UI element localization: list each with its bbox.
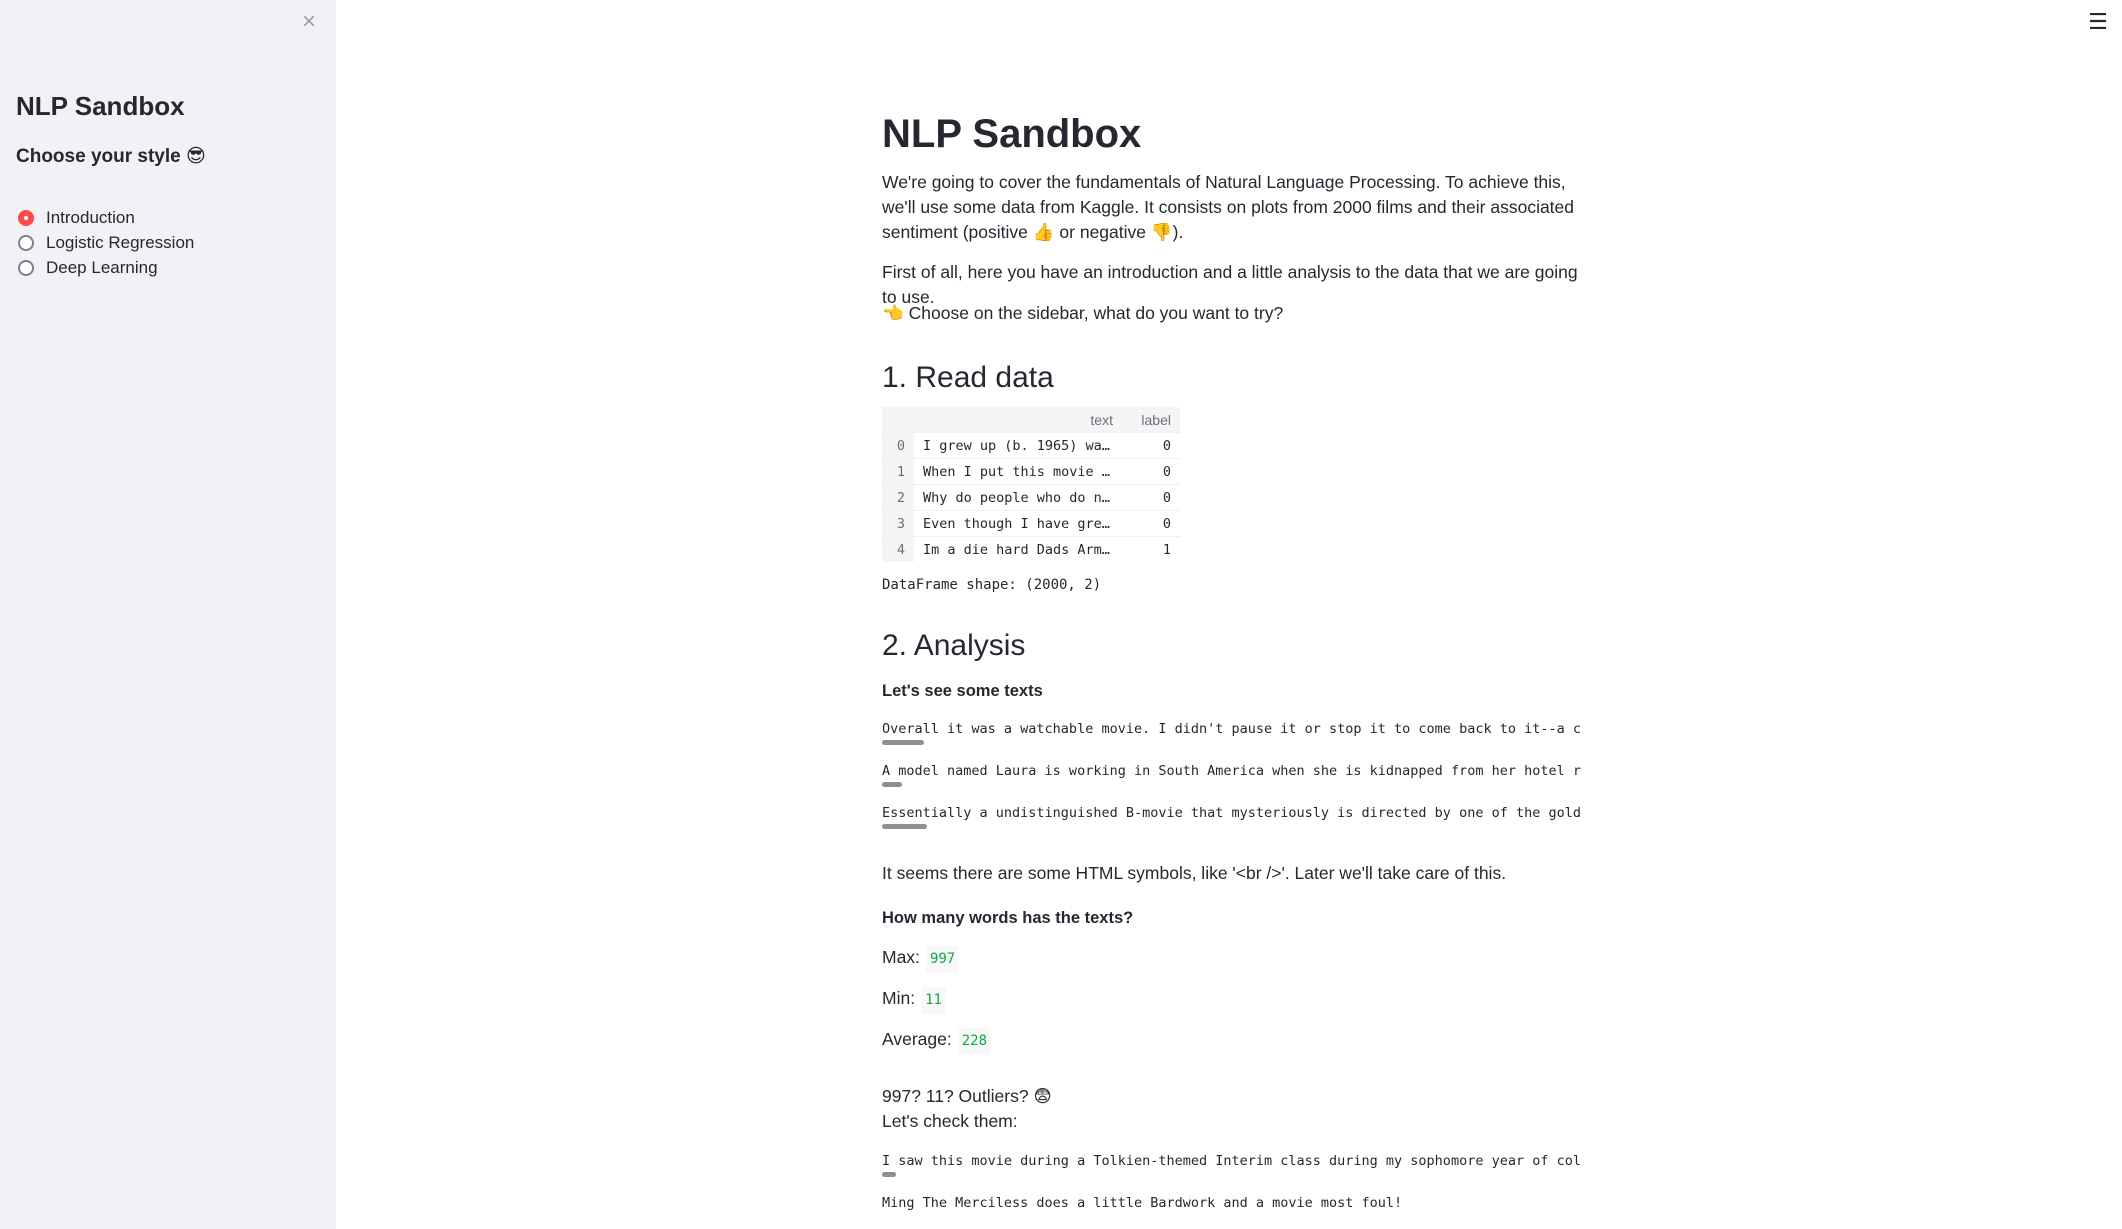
- table-row: 1 When I put this movie … 0: [882, 458, 1180, 485]
- outliers-check-text: Let's check them:: [882, 1111, 1018, 1131]
- cell-text: Why do people who do n…: [914, 484, 1122, 511]
- table-row: 4 Im a die hard Dads Arm… 1: [882, 536, 1180, 562]
- stat-min-value: 11: [921, 987, 946, 1014]
- sidebar-title: NLP Sandbox: [16, 91, 185, 121]
- cell-label: 0: [1122, 510, 1180, 537]
- radio-checked-icon[interactable]: [18, 209, 34, 226]
- table-row: 0 I grew up (b. 1965) wa… 0: [882, 432, 1180, 459]
- stat-max-value: 997: [925, 946, 960, 973]
- sample-text-2: A model named Laura is working in South …: [882, 763, 1582, 779]
- section-read-data-heading: 1. Read data: [882, 361, 1054, 394]
- row-index: 1: [882, 458, 914, 485]
- cell-text: Im a die hard Dads Arm…: [914, 536, 1122, 562]
- close-sidebar-icon[interactable]: ×: [299, 10, 319, 34]
- dataframe-shape-text: DataFrame shape: (2000, 2): [882, 577, 1102, 593]
- intro-paragraph: We're going to cover the fundamentals of…: [882, 172, 1575, 242]
- sample-text-1: Overall it was a watchable movie. I didn…: [882, 721, 1582, 737]
- sidebar: × NLP Sandbox Choose your style 😎 Introd…: [0, 0, 336, 1229]
- dataframe-table[interactable]: text label 0 I grew up (b. 1965) wa… 0 1…: [882, 407, 1180, 562]
- index-header: [882, 407, 914, 433]
- radio-unchecked-icon[interactable]: [18, 234, 34, 251]
- stat-average: Average: 228: [882, 1027, 992, 1055]
- hamburger-menu-icon[interactable]: ☰: [2086, 10, 2110, 34]
- table-header-row: text label: [882, 407, 1180, 433]
- stat-average-label: Average:: [882, 1029, 952, 1049]
- radio-option-introduction[interactable]: Introduction: [18, 205, 194, 230]
- radio-label: Introduction: [46, 207, 135, 227]
- style-radio-group: Introduction Logistic Regression Deep Le…: [18, 205, 194, 280]
- intro-paragraph-3: 👈 Choose on the sidebar, what do you wan…: [882, 303, 1284, 323]
- table-row: 3 Even though I have gre… 0: [882, 510, 1180, 537]
- page-title: NLP Sandbox: [882, 112, 1142, 156]
- cell-text: Even though I have gre…: [914, 510, 1122, 537]
- cell-text: When I put this movie …: [914, 458, 1122, 485]
- stat-max-label: Max:: [882, 947, 920, 967]
- horizontal-scrollbar[interactable]: [882, 824, 927, 829]
- radio-label: Logistic Regression: [46, 232, 195, 252]
- sample-text-3: Essentially a undistinguished B-movie th…: [882, 805, 1582, 821]
- column-header-label[interactable]: label: [1122, 407, 1180, 433]
- cell-text: I grew up (b. 1965) wa…: [914, 432, 1122, 459]
- row-index: 3: [882, 510, 914, 537]
- horizontal-scrollbar[interactable]: [882, 782, 902, 787]
- cell-label: 0: [1122, 484, 1180, 511]
- outliers-question: 997? 11? Outliers? 😨: [882, 1086, 1052, 1106]
- stat-min-label: Min:: [882, 988, 916, 1008]
- radio-label: Deep Learning: [46, 257, 158, 277]
- row-index: 4: [882, 536, 914, 562]
- stat-average-value: 228: [957, 1028, 992, 1055]
- sub-heading-texts: Let's see some texts: [882, 682, 1043, 700]
- sidebar-subtitle: Choose your style 😎: [16, 146, 206, 167]
- cell-label: 0: [1122, 432, 1180, 459]
- cell-label: 1: [1122, 536, 1180, 562]
- table-row: 2 Why do people who do n… 0: [882, 484, 1180, 511]
- radio-option-deep-learning[interactable]: Deep Learning: [18, 255, 194, 280]
- horizontal-scrollbar[interactable]: [882, 740, 924, 745]
- section-analysis-heading: 2. Analysis: [882, 629, 1026, 662]
- sub-heading-words: How many words has the texts?: [882, 909, 1134, 927]
- radio-option-logistic-regression[interactable]: Logistic Regression: [18, 230, 194, 255]
- row-index: 0: [882, 432, 914, 459]
- radio-unchecked-icon[interactable]: [18, 259, 34, 276]
- outlier-text-2: Ming The Merciless does a little Bardwor…: [882, 1195, 1403, 1211]
- outlier-text-1: I saw this movie during a Tolkien-themed…: [882, 1153, 1582, 1169]
- cell-label: 0: [1122, 458, 1180, 485]
- stat-max: Max: 997: [882, 945, 960, 973]
- column-header-text[interactable]: text: [914, 407, 1122, 433]
- row-index: 2: [882, 484, 914, 511]
- html-symbols-note: It seems there are some HTML symbols, li…: [882, 863, 1507, 883]
- horizontal-scrollbar[interactable]: [882, 1172, 896, 1177]
- stat-min: Min: 11: [882, 986, 946, 1014]
